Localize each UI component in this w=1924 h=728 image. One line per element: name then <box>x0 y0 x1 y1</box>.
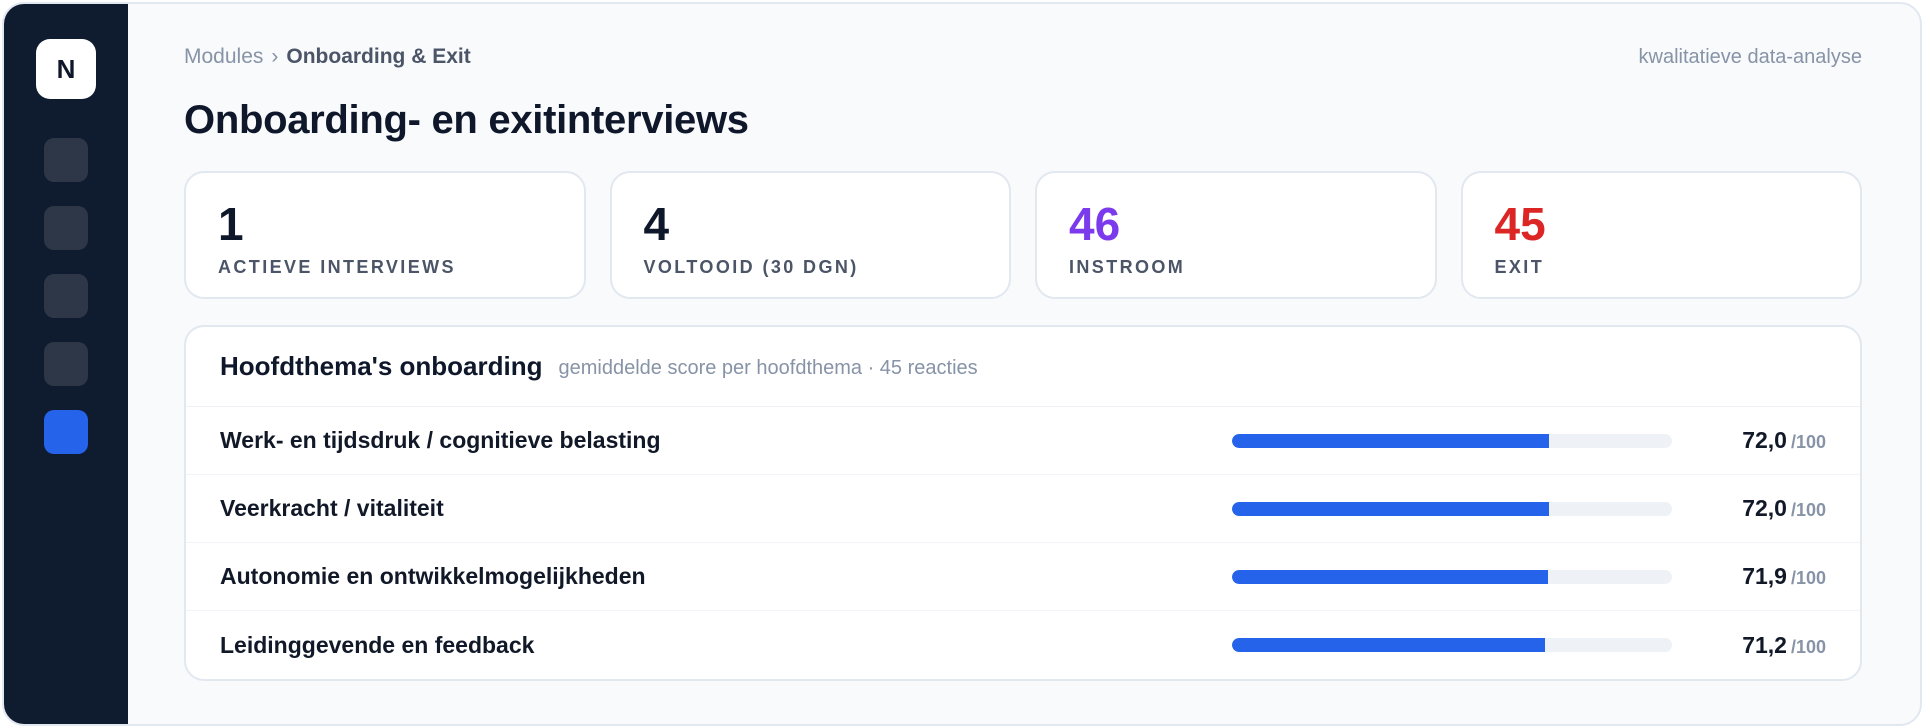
theme-label: Leidinggevende en feedback <box>220 631 535 658</box>
score-bar-fill <box>1232 569 1549 584</box>
stat-label: INSTROOM <box>1069 257 1186 277</box>
stat-value: 45 <box>1494 198 1546 250</box>
breadcrumb-separator: › <box>271 45 279 68</box>
score-value: 72,0 <box>1742 495 1787 521</box>
score-max: /100 <box>1790 432 1826 452</box>
themes-panel: Hoofdthema's onboarding gemiddelde score… <box>184 325 1862 681</box>
topbar: Modules › Onboarding & Exit kwalitatieve… <box>184 42 1862 72</box>
stat-label: ACTIEVE INTERVIEWS <box>218 257 456 277</box>
score: 71,2/100 <box>1706 632 1826 659</box>
score-value: 71,2 <box>1742 631 1787 658</box>
sidebar-item-3[interactable] <box>44 274 88 318</box>
score-bar-track <box>1232 501 1672 516</box>
sidebar: N <box>4 4 128 724</box>
theme-label: Autonomie en ontwikkelmogelijkheden <box>220 563 646 589</box>
app-logo[interactable]: N <box>36 39 96 99</box>
theme-row: Werk- en tijdsdruk / cognitieve belastin… <box>186 407 1860 475</box>
panel-header: Hoofdthema's onboarding gemiddelde score… <box>186 327 1860 407</box>
stat-card-voltooid: 4 VOLTOOID (30 DGN) <box>609 171 1011 299</box>
breadcrumb: Modules › Onboarding & Exit <box>184 45 471 69</box>
panel-title: Hoofdthema's onboarding <box>220 351 543 381</box>
sidebar-item-4[interactable] <box>44 342 88 386</box>
stat-label: VOLTOOID (30 DGN) <box>643 257 859 277</box>
stat-value: 46 <box>1069 198 1121 250</box>
sidebar-item-2[interactable] <box>44 206 88 250</box>
panel-subtitle: gemiddelde score per hoofdthema · 45 rea… <box>558 356 978 379</box>
sidebar-item-5-active[interactable] <box>44 410 88 454</box>
stat-card-exit: 45 EXIT <box>1460 171 1862 299</box>
score-max: /100 <box>1790 500 1826 520</box>
score-bar-track <box>1232 569 1672 584</box>
stat-label: EXIT <box>1494 257 1545 277</box>
page-title: Onboarding- en exitinterviews <box>184 98 749 142</box>
score-max: /100 <box>1790 568 1826 588</box>
stat-value: 1 <box>218 198 244 250</box>
theme-row: Leidinggevende en feedback 71,2/100 <box>186 611 1860 679</box>
score: 72,0/100 <box>1706 495 1826 522</box>
score-bar-track <box>1232 638 1672 652</box>
score-bar-track <box>1232 433 1672 448</box>
score-value: 71,9 <box>1742 563 1787 589</box>
stat-card-instroom: 46 INSTROOM <box>1035 171 1437 299</box>
theme-label: Veerkracht / vitaliteit <box>220 495 444 521</box>
theme-label: Werk- en tijdsdruk / cognitieve belastin… <box>220 427 661 453</box>
score: 72,0/100 <box>1706 427 1826 454</box>
header-right-text: kwalitatieve data-analyse <box>1638 45 1862 68</box>
sidebar-item-1[interactable] <box>44 138 88 182</box>
score-value: 72,0 <box>1742 427 1787 453</box>
theme-row: Autonomie en ontwikkelmogelijkheden 71,9… <box>186 543 1860 611</box>
score-max: /100 <box>1790 636 1826 657</box>
app-window: N Modules › Onboarding & Exit kwalitatie… <box>2 2 1922 726</box>
breadcrumb-parent[interactable]: Modules <box>184 45 263 69</box>
stats-row: 1 ACTIEVE INTERVIEWS 4 VOLTOOID (30 DGN)… <box>184 171 1862 299</box>
score-bar-fill <box>1232 501 1549 516</box>
main-content: Modules › Onboarding & Exit kwalitatieve… <box>128 4 1920 724</box>
stat-value: 4 <box>643 198 670 250</box>
breadcrumb-current: Onboarding & Exit <box>286 45 471 68</box>
theme-row: Veerkracht / vitaliteit 72,0/100 <box>186 475 1860 543</box>
score: 71,9/100 <box>1706 563 1826 590</box>
stat-card-actieve-interviews: 1 ACTIEVE INTERVIEWS <box>184 171 586 299</box>
score-bar-fill <box>1232 433 1549 448</box>
score-bar-fill <box>1232 638 1546 652</box>
